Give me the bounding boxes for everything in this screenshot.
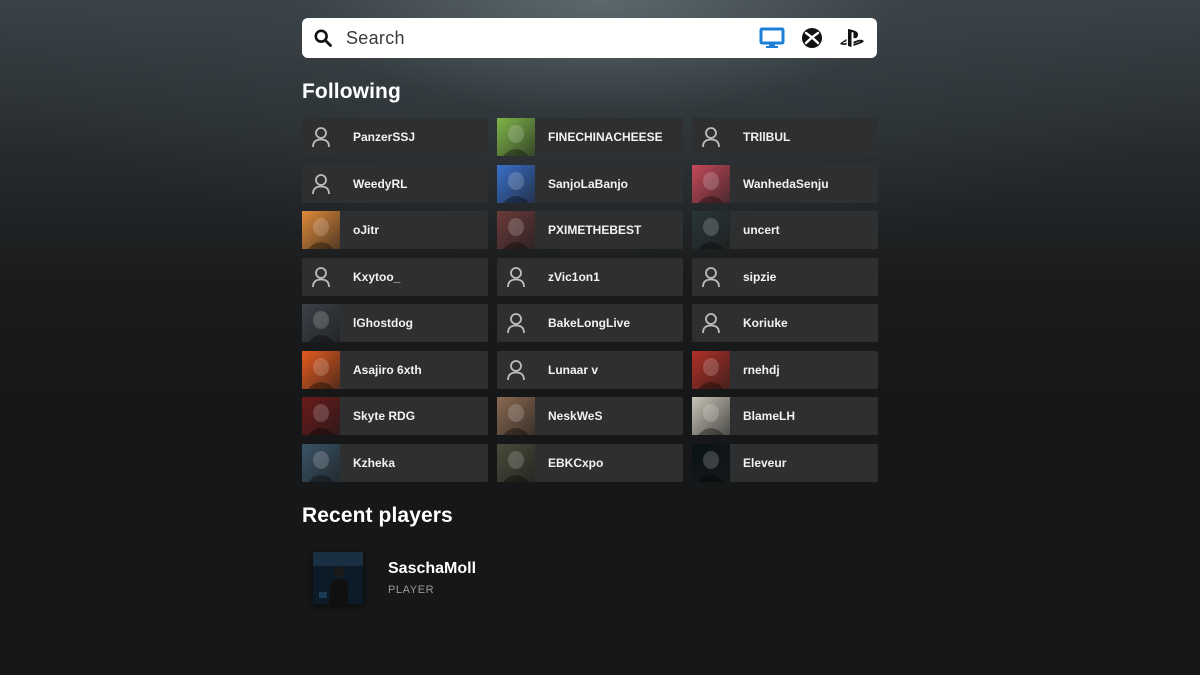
- player-name: PXIMETHEBEST: [548, 223, 642, 237]
- player-name: BlameLH: [743, 409, 796, 423]
- following-player-card[interactable]: BlameLH: [692, 397, 878, 435]
- player-name: Asajiro 6xth: [353, 362, 422, 377]
- avatar: [302, 350, 340, 389]
- player-name: TRllBUL: [743, 130, 791, 144]
- following-player-card[interactable]: WeedyRL: [302, 164, 488, 203]
- avatar: [302, 304, 340, 342]
- following-player-card[interactable]: BakeLongLive: [497, 304, 683, 342]
- player-name: lGhostdog: [353, 316, 413, 330]
- avatar: [302, 443, 340, 482]
- player-name: SanjoLaBanjo: [548, 176, 629, 191]
- player-name: Skyte RDG: [353, 409, 416, 423]
- avatar: [497, 211, 535, 249]
- playstation-icon[interactable]: [839, 26, 865, 50]
- avatar: [497, 118, 535, 156]
- following-player-card[interactable]: TRllBUL: [692, 118, 878, 156]
- default-avatar-icon: [692, 118, 730, 156]
- player-name: PanzerSSJ: [353, 130, 416, 144]
- player-name: WanhedaSenju: [743, 176, 829, 191]
- avatar: [302, 397, 340, 435]
- following-player-card[interactable]: Eleveur: [692, 443, 878, 482]
- avatar: [692, 350, 730, 389]
- player-name: Kxytoo_: [353, 269, 401, 284]
- avatar: [497, 397, 535, 435]
- avatar: [497, 443, 535, 482]
- following-player-card[interactable]: PanzerSSJ: [302, 118, 488, 156]
- following-player-card[interactable]: lGhostdog: [302, 304, 488, 342]
- player-name: zVic1on1: [548, 269, 600, 284]
- default-avatar-icon: [302, 118, 340, 156]
- following-player-card[interactable]: Lunaar v: [497, 350, 683, 389]
- following-player-card[interactable]: EBKCxpo: [497, 443, 683, 482]
- default-avatar-icon: [302, 165, 340, 203]
- following-player-card[interactable]: Kxytoo_: [302, 257, 488, 296]
- player-name: NeskWeS: [548, 409, 603, 423]
- avatar: [497, 164, 535, 203]
- avatar: [313, 551, 363, 604]
- following-player-card[interactable]: FINECHINACHEESE: [497, 118, 683, 156]
- xbox-icon[interactable]: [799, 26, 825, 50]
- player-name: EBKCxpo: [548, 455, 604, 470]
- default-avatar-icon: [497, 351, 535, 389]
- player-name: FINECHINACHEESE: [548, 130, 663, 144]
- following-grid: PanzerSSJ FINECHINACHEESE TRllBUL WeedyRL Sa…: [302, 118, 878, 482]
- following-player-card[interactable]: sipzie: [692, 257, 878, 296]
- search-bar: [302, 18, 877, 58]
- default-avatar-icon: [692, 258, 730, 296]
- avatar: [302, 211, 340, 249]
- player-name: Lunaar v: [548, 362, 599, 377]
- avatar: [692, 443, 730, 482]
- following-player-card[interactable]: WanhedaSenju: [692, 164, 878, 203]
- player-name: BakeLongLive: [548, 316, 631, 330]
- default-avatar-icon: [497, 258, 535, 296]
- default-avatar-icon: [302, 258, 340, 296]
- avatar: [692, 397, 730, 435]
- following-player-card[interactable]: oJitr: [302, 211, 488, 249]
- following-heading: Following: [302, 80, 401, 103]
- pc-icon[interactable]: [759, 26, 785, 50]
- recent-player-name: SaschaMoll: [388, 559, 477, 577]
- player-name: oJitr: [353, 223, 380, 237]
- player-name: uncert: [743, 223, 780, 237]
- following-player-card[interactable]: SanjoLaBanjo: [497, 164, 683, 203]
- following-player-card[interactable]: Asajiro 6xth: [302, 350, 488, 389]
- platform-filter: [759, 26, 865, 50]
- following-player-card[interactable]: PXIMETHEBEST: [497, 211, 683, 249]
- avatar: [692, 211, 730, 249]
- player-name: rnehdj: [743, 362, 780, 377]
- friends-panel: Following PanzerSSJ FINECHINACHEESE TRllBU…: [302, 18, 878, 604]
- player-name: Koriuke: [743, 316, 788, 330]
- default-avatar-icon: [692, 304, 730, 342]
- player-name: WeedyRL: [353, 176, 408, 191]
- search-input[interactable]: [346, 27, 759, 49]
- recent-player-card[interactable]: SaschaMoll PLAYER: [302, 551, 877, 604]
- player-name: Kzheka: [353, 455, 396, 470]
- following-player-card[interactable]: uncert: [692, 211, 878, 249]
- recent-player-role: PLAYER: [388, 583, 435, 596]
- recent-players-heading: Recent players: [302, 503, 453, 527]
- following-player-card[interactable]: zVic1on1: [497, 257, 683, 296]
- default-avatar-icon: [497, 304, 535, 342]
- following-player-card[interactable]: Skyte RDG: [302, 397, 488, 435]
- player-name: Eleveur: [743, 455, 787, 470]
- avatar: [692, 164, 730, 203]
- following-player-card[interactable]: Koriuke: [692, 304, 878, 342]
- search-icon: [314, 29, 332, 47]
- following-player-card[interactable]: Kzheka: [302, 443, 488, 482]
- following-player-card[interactable]: NeskWeS: [497, 397, 683, 435]
- player-name: sipzie: [743, 269, 777, 284]
- following-player-card[interactable]: rnehdj: [692, 350, 878, 389]
